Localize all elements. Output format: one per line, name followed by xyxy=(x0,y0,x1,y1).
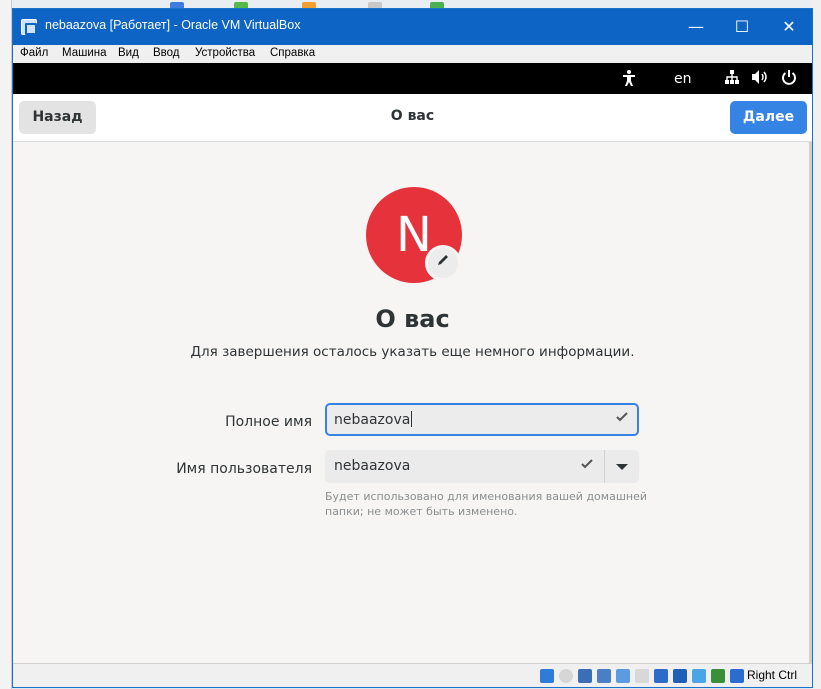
virtualbox-app-icon xyxy=(21,19,37,35)
checkmark-icon xyxy=(580,457,594,475)
optical-drive-icon[interactable] xyxy=(559,669,573,683)
page-subheading: Для завершения осталось указать еще немн… xyxy=(190,344,635,360)
maximize-button[interactable]: ☐ xyxy=(719,9,765,45)
full-name-value: nebaazova xyxy=(334,411,413,428)
guest-scrollbar[interactable] xyxy=(809,142,812,663)
checkmark-icon xyxy=(615,410,629,428)
network-icon[interactable] xyxy=(724,69,740,89)
page-heading: О вас xyxy=(375,305,450,333)
maximize-icon: ☐ xyxy=(734,17,750,36)
close-button[interactable]: ✕ xyxy=(766,9,812,45)
username-dropdown-button[interactable] xyxy=(604,450,639,483)
virtualization-icon[interactable] xyxy=(711,669,725,683)
window-title: nebaazova [Работает] - Oracle VM Virtual… xyxy=(45,18,301,32)
vbox-menubar: Файл Машина Вид Ввод Устройства Справка xyxy=(13,45,812,63)
virtualbox-window: nebaazova [Работает] - Oracle VM Virtual… xyxy=(12,8,813,688)
pencil-icon xyxy=(436,253,450,271)
username-field[interactable]: nebaazova xyxy=(325,450,604,483)
language-indicator[interactable]: en xyxy=(674,71,692,87)
avatar-edit-button[interactable] xyxy=(425,245,461,281)
video-capture-icon[interactable] xyxy=(673,669,687,683)
host-key-label: Right Ctrl xyxy=(747,668,798,682)
keyboard-capture-icon[interactable] xyxy=(730,669,744,683)
menu-help[interactable]: Справка xyxy=(270,47,315,59)
full-name-field[interactable]: nebaazova xyxy=(325,403,639,436)
gnome-top-bar: en xyxy=(13,63,812,94)
network-adapter-icon[interactable] xyxy=(597,669,611,683)
usb-icon[interactable] xyxy=(616,669,630,683)
username-label: Имя пользователя xyxy=(176,461,312,477)
menu-file[interactable]: Файл xyxy=(20,47,48,59)
accessibility-icon[interactable] xyxy=(621,69,637,91)
text-cursor xyxy=(411,411,413,427)
menu-devices[interactable]: Устройства xyxy=(195,47,255,59)
vbox-statusbar: Right Ctrl xyxy=(13,663,812,687)
host-desktop-left-edge xyxy=(0,0,12,689)
cpu-icon[interactable] xyxy=(692,669,706,683)
menu-machine[interactable]: Машина xyxy=(62,47,107,59)
close-icon: ✕ xyxy=(782,17,796,36)
guest-screen: en Назад О вас Далее N О вас Для заверше… xyxy=(13,63,812,663)
next-button[interactable]: Далее xyxy=(730,101,807,134)
hard-disk-icon[interactable] xyxy=(540,669,554,683)
power-icon[interactable] xyxy=(781,69,797,89)
shared-folders-icon[interactable] xyxy=(635,669,649,683)
audio-icon[interactable] xyxy=(578,669,592,683)
menu-input[interactable]: Ввод xyxy=(153,47,180,59)
username-value: nebaazova xyxy=(334,458,411,474)
volume-icon[interactable] xyxy=(751,69,769,89)
window-titlebar[interactable]: nebaazova [Работает] - Oracle VM Virtual… xyxy=(13,9,812,45)
full-name-label: Полное имя xyxy=(225,414,312,430)
minimize-icon: — xyxy=(688,17,704,36)
setup-headerbar: Назад О вас Далее xyxy=(13,94,812,142)
menu-view[interactable]: Вид xyxy=(118,47,139,59)
username-hint: Будет использовано для именования вашей … xyxy=(325,490,648,518)
display-icon[interactable] xyxy=(654,669,668,683)
headerbar-title: О вас xyxy=(390,108,435,124)
minimize-button[interactable]: — xyxy=(673,9,719,45)
